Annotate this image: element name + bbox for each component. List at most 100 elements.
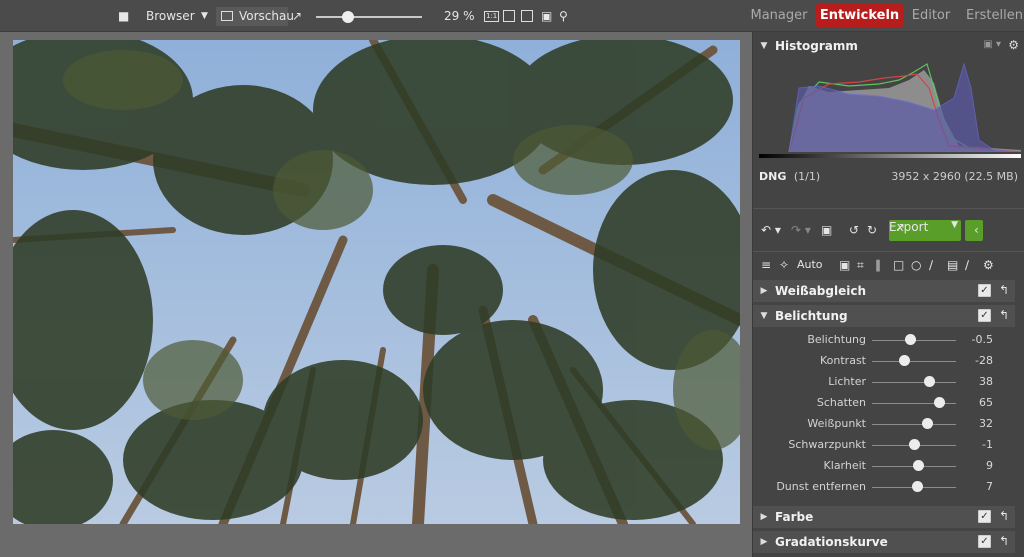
section-title: Farbe xyxy=(775,510,814,524)
slider-row[interactable]: Belichtung -0.5 xyxy=(753,330,1015,351)
section-gradationskurve[interactable]: ▶ Gradationskurve ✓ ↰ xyxy=(753,531,1015,553)
camera-tool-icon[interactable]: ▣ xyxy=(839,258,850,272)
slider-knob[interactable] xyxy=(898,355,910,366)
action-toolbar: ↶ ▾ ↷ ▾ ▣ ↺ ↻ ↗ Export ▼ ‹ xyxy=(761,220,1021,243)
perspective-icon[interactable]: ∥ xyxy=(875,258,881,272)
slider-knob[interactable] xyxy=(904,334,916,345)
lock-icon[interactable]: ▣ xyxy=(541,0,552,32)
slider-knob[interactable] xyxy=(913,460,925,471)
tools-row: ≡ ✧ Auto ▣ ⌗ ∥ □ ○ ∕ ▤ ∕ ⚙ xyxy=(761,258,1021,278)
slider-knob[interactable] xyxy=(934,397,946,408)
fit-screen-icon[interactable] xyxy=(503,0,515,32)
mode-erstellen[interactable]: Erstellen xyxy=(965,4,1024,27)
enable-checkbox[interactable]: ✓ xyxy=(978,309,991,322)
reset-icon[interactable]: ↰ xyxy=(999,308,1009,322)
slider-row[interactable]: Lichter 38 xyxy=(753,372,1015,393)
reset-icon[interactable]: ↰ xyxy=(999,509,1009,523)
expand-triangle-icon: ▶ xyxy=(760,512,768,522)
slider-track[interactable] xyxy=(872,361,956,362)
divider xyxy=(753,208,1024,209)
forest-canopy-image xyxy=(13,40,740,524)
section-farbe[interactable]: ▶ Farbe ✓ ↰ xyxy=(753,506,1015,528)
share-button[interactable]: ‹ xyxy=(965,220,983,241)
auto-button[interactable]: Auto xyxy=(797,258,823,271)
zoom-lock-icon[interactable]: ⚲ xyxy=(559,0,568,32)
slider-knob[interactable] xyxy=(912,481,924,492)
magic-wand-icon[interactable]: ✧ xyxy=(779,258,789,272)
reset-icon[interactable]: ↰ xyxy=(999,534,1009,548)
file-dimensions: 3952 x 2960 (22.5 MB) xyxy=(891,170,1018,183)
export-dropdown-icon[interactable]: ▼ xyxy=(951,220,958,230)
slider-value: 9 xyxy=(986,459,993,472)
zoom-1to1-icon[interactable]: 1:1 xyxy=(484,0,500,32)
slider-value: -28 xyxy=(975,354,993,367)
file-count: (1/1) xyxy=(793,170,821,183)
camera-icon[interactable]: ▣ ▾ xyxy=(983,39,1001,50)
slider-knob[interactable] xyxy=(909,439,920,450)
section-title: Weißabgleich xyxy=(775,284,866,298)
rotate-right-icon[interactable]: ↻ xyxy=(867,223,877,237)
mode-entwickeln[interactable]: Entwickeln xyxy=(816,4,903,27)
adjustments-icon[interactable]: ≡ xyxy=(761,258,771,272)
mode-manager[interactable]: Manager xyxy=(748,4,810,27)
image-compare-icon[interactable]: ▣ xyxy=(821,223,832,237)
image-icon xyxy=(221,0,233,32)
slider-value: -0.5 xyxy=(971,333,993,346)
tool-settings-icon[interactable]: ⚙ xyxy=(983,258,994,272)
circle-mask-icon[interactable]: ○ xyxy=(911,258,921,272)
zoom-slider-track[interactable] xyxy=(316,16,422,18)
histogram-gradient-bar xyxy=(759,154,1021,158)
browser-button[interactable]: Browser xyxy=(146,0,195,32)
rotate-left-icon[interactable]: ↺ xyxy=(849,223,859,237)
histogram-header[interactable]: ▼ Histogramm ▣ ▾ ⚙ xyxy=(753,35,1024,57)
redo-icon[interactable]: ↷ ▾ xyxy=(791,223,811,237)
crop-icon[interactable]: ⌗ xyxy=(857,258,864,273)
slider-knob[interactable] xyxy=(921,418,933,429)
settings-icon[interactable]: ⚙ xyxy=(1008,38,1019,52)
external-link-icon[interactable]: ↗ xyxy=(292,0,302,32)
slider-row[interactable]: Weißpunkt 32 xyxy=(753,414,1015,435)
slider-value: -1 xyxy=(982,438,993,451)
slider-row[interactable]: Klarheit 9 xyxy=(753,456,1015,477)
slider-label: Schatten xyxy=(816,396,866,409)
slider-row[interactable]: Kontrast -28 xyxy=(753,351,1015,372)
zoom-value: 29 % xyxy=(444,9,475,23)
histogram-title: Histogramm xyxy=(775,39,858,53)
zoom-slider-knob[interactable] xyxy=(341,11,354,23)
preview-button[interactable]: Vorschau xyxy=(239,0,294,32)
undo-icon[interactable]: ↶ ▾ xyxy=(761,223,781,237)
slider-label: Weißpunkt xyxy=(807,417,866,430)
section-title: Belichtung xyxy=(775,309,848,323)
collapse-triangle-icon: ▼ xyxy=(760,311,768,321)
enable-checkbox[interactable]: ✓ xyxy=(978,510,991,523)
section-belichtung[interactable]: ▼ Belichtung ✓ ↰ xyxy=(753,305,1015,327)
compare-icon[interactable] xyxy=(521,0,533,32)
slider-track[interactable] xyxy=(872,424,956,425)
reset-icon[interactable]: ↰ xyxy=(999,283,1009,297)
slider-label: Lichter xyxy=(828,375,866,388)
eraser-icon[interactable]: ∕ xyxy=(965,258,969,272)
slider-label: Belichtung xyxy=(807,333,866,346)
share-icon: ‹ xyxy=(974,223,979,237)
enable-checkbox[interactable]: ✓ xyxy=(978,535,991,548)
browser-dropdown-icon[interactable]: ▼ xyxy=(201,0,208,32)
file-format: DNG xyxy=(759,170,787,183)
text-overlay-icon[interactable]: □ xyxy=(893,258,904,272)
slider-knob[interactable] xyxy=(924,376,936,387)
slider-row[interactable]: Dunst entfernen 7 xyxy=(753,477,1015,498)
slider-track[interactable] xyxy=(872,382,956,383)
slider-row[interactable]: Schwarzpunkt -1 xyxy=(753,435,1015,456)
folder-icon[interactable]: ■ xyxy=(118,0,129,32)
enable-checkbox[interactable]: ✓ xyxy=(978,284,991,297)
belichtung-sliders: Belichtung -0.5 Kontrast -28 Lichter 38 Schatt… xyxy=(753,330,1015,500)
section-weissabgleich[interactable]: ▶ Weißabgleich ✓ ↰ xyxy=(753,280,1015,302)
top-toolbar: ■ Browser ▼ Vorschau ↗ 29 % 1:1 ▣ ⚲ Mana… xyxy=(0,0,1024,32)
slider-label: Dunst entfernen xyxy=(776,480,866,493)
brush-icon[interactable]: ∕ xyxy=(929,258,933,272)
photo-preview[interactable] xyxy=(13,40,740,524)
mode-editor[interactable]: Editor xyxy=(908,4,954,27)
export-button[interactable]: ↗ Export ▼ xyxy=(889,220,961,241)
gradient-icon[interactable]: ▤ xyxy=(947,258,958,272)
divider-2 xyxy=(753,251,1024,252)
slider-row[interactable]: Schatten 65 xyxy=(753,393,1015,414)
